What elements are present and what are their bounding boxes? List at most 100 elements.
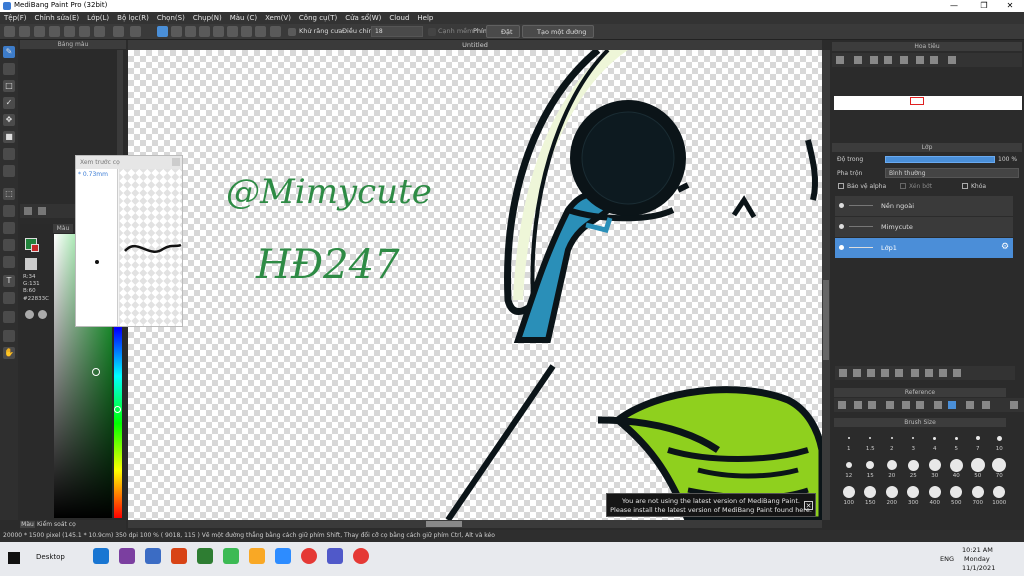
medibang-taskbar-icon[interactable] xyxy=(223,548,239,564)
menu-cloud[interactable]: Cloud xyxy=(385,14,413,22)
language-indicator[interactable]: ENG xyxy=(940,555,954,563)
brush-size-dot[interactable] xyxy=(886,460,897,470)
snap-off-icon[interactable] xyxy=(157,26,168,37)
shape-fill-tool-icon[interactable]: ■ xyxy=(3,131,15,143)
secondary-color-swatch[interactable] xyxy=(31,244,39,252)
brush-size-dot[interactable] xyxy=(845,462,852,468)
visibility-icon[interactable] xyxy=(839,203,844,208)
magic-wand-icon[interactable] xyxy=(3,222,15,234)
brush-size-dot[interactable] xyxy=(847,437,850,439)
new-8bit-layer-icon[interactable] xyxy=(867,369,875,377)
maximize-button[interactable]: ❐ xyxy=(970,0,998,12)
lock-checkbox[interactable] xyxy=(962,183,968,189)
hue-handle[interactable] xyxy=(114,406,121,413)
ref-zoom-in-icon[interactable] xyxy=(886,401,894,409)
brush-size-dot[interactable] xyxy=(954,436,958,440)
layer-menu-icon[interactable] xyxy=(939,369,947,377)
navigator-settings-icon[interactable] xyxy=(948,56,956,64)
close-button[interactable]: ✕ xyxy=(996,0,1024,12)
select-pen-icon[interactable] xyxy=(3,239,15,251)
layer-row[interactable]: Mimycute xyxy=(835,217,1013,237)
undo-icon[interactable] xyxy=(113,26,124,37)
add-brush-icon[interactable] xyxy=(24,207,32,215)
teams-icon[interactable] xyxy=(327,548,343,564)
windows-start-icon[interactable] xyxy=(8,552,20,564)
hand-tool-icon[interactable]: ✋ xyxy=(3,347,15,359)
brush-preview-close-icon[interactable] xyxy=(172,158,180,166)
layer-settings-icon[interactable]: ⚙ xyxy=(1001,243,1009,252)
menu-filter[interactable]: Bộ lọc(R) xyxy=(113,14,153,22)
opacity-slider[interactable] xyxy=(885,156,995,163)
transparent-swatch[interactable] xyxy=(25,258,37,270)
menu-layer[interactable]: Lớp(L) xyxy=(83,14,113,22)
gradient-tool-icon[interactable] xyxy=(3,165,15,177)
protect-alpha-checkbox[interactable] xyxy=(838,183,844,189)
menu-select[interactable]: Chọn(S) xyxy=(153,14,189,22)
brush-size-list[interactable]: * 0.73mm xyxy=(76,169,118,326)
layer-row-selected[interactable]: Lớp1 ⚙ xyxy=(835,238,1013,258)
trash-icon[interactable] xyxy=(953,369,961,377)
menu-edit[interactable]: Chỉnh sửa(E) xyxy=(31,14,84,22)
menu-file[interactable]: Tệp(F) xyxy=(0,14,31,22)
brush-size-dot[interactable] xyxy=(928,459,941,471)
zoom-out-icon[interactable] xyxy=(854,56,862,64)
clock-date[interactable]: 11/1/2021 xyxy=(962,564,995,572)
snap-extra-icon[interactable] xyxy=(270,26,281,37)
snap-settings-icon[interactable] xyxy=(255,26,266,37)
share-icon[interactable] xyxy=(64,26,75,37)
brush-size-dot[interactable] xyxy=(890,437,893,439)
color-picker-handle[interactable] xyxy=(92,368,100,376)
ref-close-icon[interactable] xyxy=(868,401,876,409)
clock-time[interactable]: 10:21 AM xyxy=(962,546,993,554)
minimize-button[interactable]: — xyxy=(940,0,968,12)
snap-cross-icon[interactable] xyxy=(185,26,196,37)
move-tool-icon[interactable]: ✥ xyxy=(3,114,15,126)
menu-tools[interactable]: Công cụ(T) xyxy=(295,14,341,22)
menu-view[interactable]: Xem(V) xyxy=(261,14,295,22)
divide-tool-icon[interactable] xyxy=(3,292,15,304)
drawing-canvas[interactable]: @Mimycute HĐ247 xyxy=(128,50,822,520)
ref-fit-icon[interactable] xyxy=(902,401,910,409)
brush-size-dot[interactable] xyxy=(933,436,937,440)
brush-size-dot[interactable] xyxy=(971,486,984,498)
new-1bit-layer-icon[interactable] xyxy=(881,369,889,377)
rotate-right-icon[interactable] xyxy=(930,56,938,64)
reset-button[interactable]: Đặt lại xyxy=(486,25,520,48)
ref-rotate-icon[interactable] xyxy=(966,401,974,409)
visibility-icon[interactable] xyxy=(839,245,844,250)
brush-size-dot[interactable] xyxy=(996,435,1002,441)
brush-size-dot[interactable] xyxy=(866,461,875,469)
fit-icon[interactable] xyxy=(870,56,878,64)
brush-size-dot[interactable] xyxy=(970,458,985,472)
brush-size-value[interactable]: * 0.73mm xyxy=(78,171,108,178)
color-wheel-icon[interactable] xyxy=(25,310,34,319)
menu-window[interactable]: Cửa sổ(W) xyxy=(341,14,385,22)
menu-help[interactable]: Help xyxy=(413,14,437,22)
excel-icon[interactable] xyxy=(197,548,213,564)
chrome-icon[interactable] xyxy=(301,548,317,564)
antialias-checkbox[interactable] xyxy=(288,28,296,36)
brush-size-dot[interactable] xyxy=(842,486,855,498)
brush-size-dot[interactable] xyxy=(950,486,963,498)
brush-size-dot[interactable] xyxy=(869,437,872,439)
brush-size-dot[interactable] xyxy=(912,437,915,439)
brush-size-dot[interactable] xyxy=(885,486,898,498)
brush-size-dot[interactable] xyxy=(949,458,963,472)
snap-parallel-icon[interactable] xyxy=(171,26,182,37)
brush-size-dot[interactable] xyxy=(864,486,877,498)
merge-icon[interactable] xyxy=(911,369,919,377)
menu-capture[interactable]: Chụp(N) xyxy=(189,14,226,22)
ref-eyedropper-icon[interactable] xyxy=(934,401,942,409)
brush-size-dot[interactable] xyxy=(907,486,920,498)
ref-lock-icon[interactable] xyxy=(1010,401,1018,409)
snap-circle-icon[interactable] xyxy=(227,26,238,37)
desktop-label[interactable]: Desktop xyxy=(36,553,65,561)
menu-color[interactable]: Màu (C) xyxy=(226,14,261,22)
ref-zoom-out-icon[interactable] xyxy=(916,401,924,409)
cloud-icon[interactable] xyxy=(49,26,60,37)
layer-row[interactable]: Nền ngoài xyxy=(835,196,1013,216)
navigator-preview[interactable] xyxy=(834,96,1022,110)
horizontal-scroll-thumb[interactable] xyxy=(426,521,462,527)
redo-icon[interactable] xyxy=(130,26,141,37)
check-tool-icon[interactable]: ✓ xyxy=(3,97,15,109)
